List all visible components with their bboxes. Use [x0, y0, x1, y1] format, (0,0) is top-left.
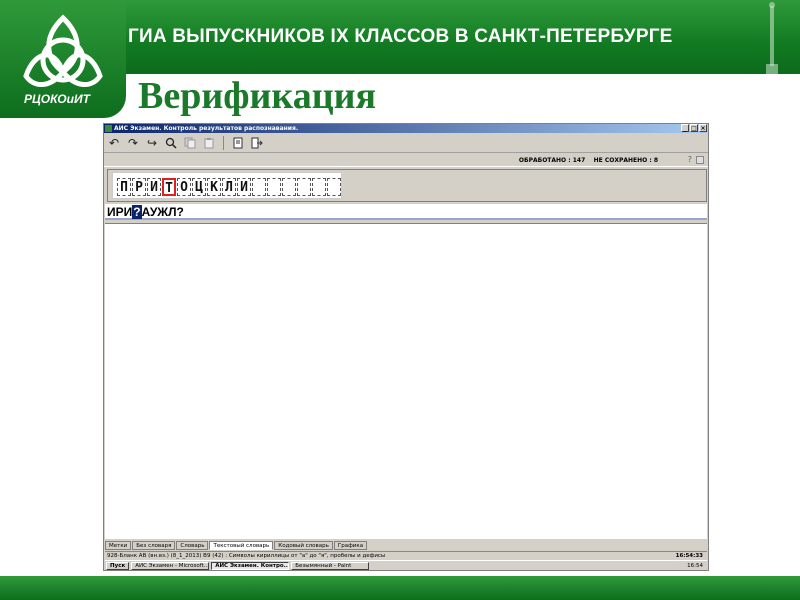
- scan-cell[interactable]: О: [177, 178, 191, 196]
- maximize-button[interactable]: □: [690, 124, 698, 132]
- work-area[interactable]: [105, 223, 707, 539]
- header-title: ГИА ВЫПУСКНИКОВ IX КЛАССОВ В САНКТ-ПЕТЕР…: [128, 26, 673, 47]
- scan-cell[interactable]: И: [237, 178, 251, 196]
- recognized-text-field[interactable]: ИРИ?АУЖЛ?: [105, 204, 707, 220]
- scan-cell[interactable]: Р: [132, 178, 146, 196]
- document-icon[interactable]: [230, 135, 246, 151]
- exit-icon[interactable]: [249, 135, 265, 151]
- settings-icon[interactable]: [696, 156, 704, 164]
- scan-cell[interactable]: К: [207, 178, 221, 196]
- window-titlebar[interactable]: АИС Экзамен. Контроль результатов распоз…: [104, 124, 708, 133]
- counter-text: ОБРАБОТАНО : 147 НЕ СОХРАНЕНО : 8: [519, 157, 658, 164]
- toolbar: ↶ ↷ ↪: [104, 133, 708, 153]
- text-selected-char: ?: [132, 205, 142, 219]
- app-window: АИС Экзамен. Контроль результатов распоз…: [103, 123, 709, 571]
- undo-icon[interactable]: ↶: [106, 135, 122, 151]
- monument-icon: [766, 2, 778, 74]
- copy-icon[interactable]: [182, 135, 198, 151]
- scan-cell[interactable]: [297, 178, 311, 196]
- logo-text: РЦОКОиИТ: [24, 92, 90, 106]
- start-button[interactable]: Пуск: [106, 561, 130, 570]
- footer-bar: [0, 576, 800, 600]
- scan-cell[interactable]: Л: [222, 178, 236, 196]
- slide: ГИА ВЫПУСКНИКОВ IX КЛАССОВ В САНКТ-ПЕТЕР…: [0, 0, 800, 600]
- logo: РЦОКОиИТ: [0, 0, 126, 118]
- taskbar-item-active[interactable]: АИС Экзамен. Контро...: [211, 561, 290, 570]
- scan-cell[interactable]: [252, 178, 266, 196]
- scan-cell[interactable]: [282, 178, 296, 196]
- not-saved-count: НЕ СОХРАНЕНО : 8: [593, 157, 658, 164]
- help-icon[interactable]: ?: [688, 155, 692, 164]
- scan-cell[interactable]: Ц: [192, 178, 206, 196]
- tab-strip: Метки Без словаря Словарь Текстовый слов…: [105, 541, 368, 550]
- tab-dictionary[interactable]: Словарь: [176, 541, 209, 550]
- search-icon[interactable]: [163, 135, 179, 151]
- counter-line: ОБРАБОТАНО : 147 НЕ СОХРАНЕНО : 8 ?: [104, 153, 708, 167]
- processed-count: ОБРАБОТАНО : 147: [518, 157, 586, 164]
- status-bar: 928-Бланк АВ (вн.вз.) (8_1_2013) В9 (42)…: [105, 551, 707, 559]
- tab-graphics[interactable]: Графика: [333, 541, 368, 550]
- tab-labels[interactable]: Метки: [105, 541, 132, 550]
- taskbar-clock: 16:54: [687, 563, 703, 569]
- redo-icon[interactable]: ↷: [125, 135, 141, 151]
- text-after: АУЖЛ?: [141, 205, 184, 219]
- trefoil-logo-icon: [23, 14, 103, 87]
- status-text: 928-Бланк АВ (вн.вз.) (8_1_2013) В9 (42)…: [107, 553, 386, 559]
- text-before: ИРИ: [107, 205, 133, 219]
- scan-image-panel: ПРИТОЦКЛИ: [107, 169, 707, 202]
- scan-cell[interactable]: И: [147, 178, 161, 196]
- slide-title: Верификация: [138, 75, 377, 117]
- tab-text-dictionary[interactable]: Текстовый словарь: [209, 541, 274, 550]
- tab-no-dictionary[interactable]: Без словаря: [132, 541, 176, 550]
- scan-cell[interactable]: П: [117, 178, 131, 196]
- taskbar-item[interactable]: АИС Экзамен - Microsoft...: [131, 561, 210, 570]
- window-title: АИС Экзамен. Контроль результатов распоз…: [114, 125, 299, 132]
- minimize-button[interactable]: _: [681, 124, 689, 132]
- scan-cell-selected[interactable]: Т: [162, 178, 176, 196]
- scan-cell[interactable]: [267, 178, 281, 196]
- taskbar: Пуск АИС Экзамен - Microsoft... АИС Экза…: [105, 560, 707, 570]
- scan-image[interactable]: ПРИТОЦКЛИ: [112, 172, 342, 199]
- paste-icon[interactable]: [201, 135, 217, 151]
- tab-code-dictionary[interactable]: Кодовый словарь: [274, 541, 333, 550]
- taskbar-item[interactable]: Безымянный - Paint: [291, 561, 370, 570]
- redo-alt-icon[interactable]: ↪: [144, 135, 160, 151]
- status-time: 16:54:33: [675, 553, 703, 559]
- close-button[interactable]: ×: [699, 124, 707, 132]
- scan-cell[interactable]: [312, 178, 326, 196]
- app-icon: [105, 125, 112, 132]
- scan-cell[interactable]: [327, 178, 341, 196]
- toolbar-separator: [223, 135, 224, 150]
